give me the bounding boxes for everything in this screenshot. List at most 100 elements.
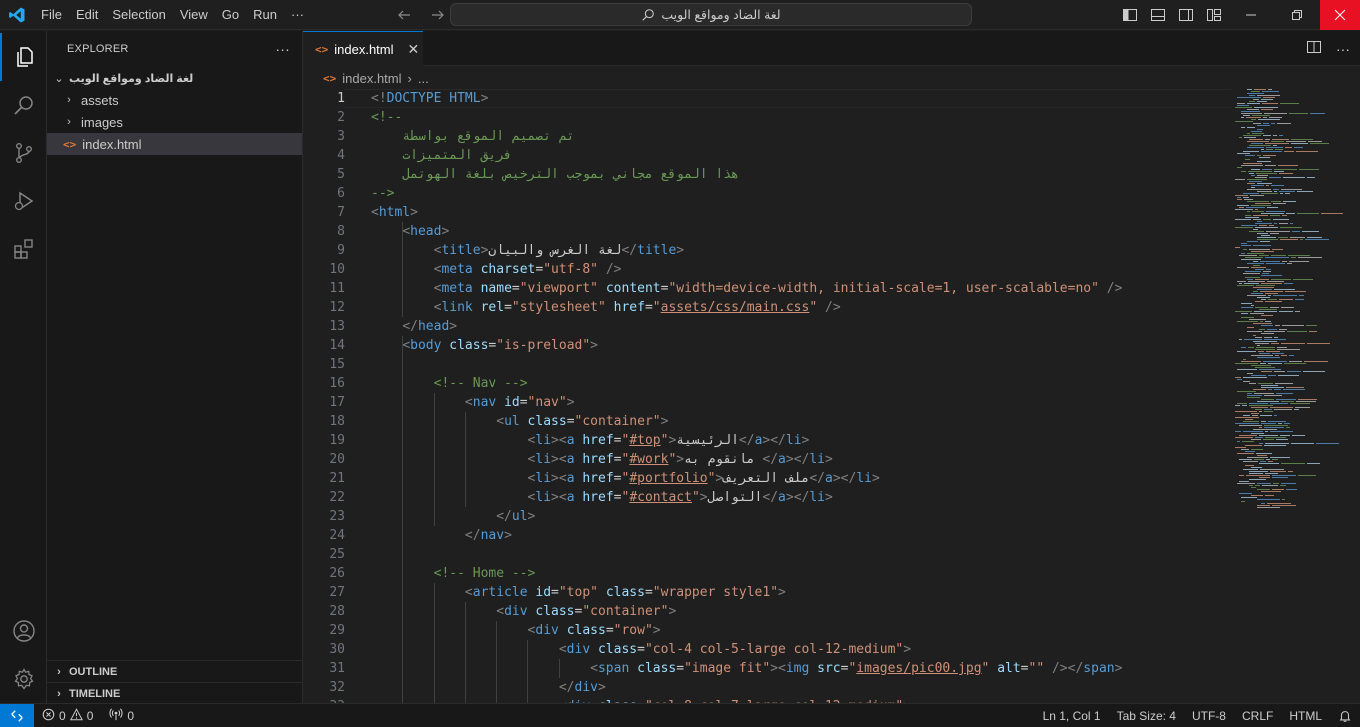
code-line[interactable]: <head> xyxy=(371,222,1231,241)
minimap-line xyxy=(1283,389,1305,390)
encoding[interactable]: UTF-8 xyxy=(1184,709,1234,723)
code-line[interactable]: </head> xyxy=(371,317,1231,336)
code-line[interactable]: <!DOCTYPE HTML> xyxy=(371,89,1231,108)
code-line[interactable]: <nav id="nav"> xyxy=(371,393,1231,412)
restore-icon[interactable] xyxy=(1274,0,1320,30)
ports-status[interactable]: 0 xyxy=(101,707,142,724)
minimap-line xyxy=(1265,301,1282,302)
code-line[interactable]: <li><a href="#top">الرئيسية</a></li> xyxy=(371,431,1231,450)
minimap-line xyxy=(1298,475,1316,476)
code-line[interactable]: <span class="image fit"><img src="images… xyxy=(371,659,1231,678)
command-center-search[interactable]: لغة الضاد ومواقع الويب xyxy=(450,3,972,26)
code-line[interactable]: <li><a href="#portfolio">ملف التعريف</a>… xyxy=(371,469,1231,488)
code-line[interactable]: تم تصميم الموقع بواسطة xyxy=(371,127,1231,146)
more-actions-icon[interactable]: ··· xyxy=(1336,41,1350,57)
run-debug-icon[interactable] xyxy=(0,177,47,225)
toggle-secondary-sidebar-icon[interactable] xyxy=(1172,0,1200,30)
code-line[interactable]: <article id="top" class="wrapper style1"… xyxy=(371,583,1231,602)
code-editor[interactable]: 1 2 3 4 5 6 7 8 9 10 11 12 13 14 15 16 17 18 19 20 21 22 23 24 2… xyxy=(303,89,1360,703)
code-line[interactable]: <body class="is-preload"> xyxy=(371,336,1231,355)
language-mode[interactable]: HTML xyxy=(1281,709,1330,723)
code-line[interactable]: <meta name="viewport" content="width=dev… xyxy=(371,279,1231,298)
forward-arrow-icon[interactable] xyxy=(426,3,450,27)
cursor-position[interactable]: Ln 1, Col 1 xyxy=(1035,709,1109,723)
code-line[interactable]: <div class="container"> xyxy=(371,602,1231,621)
line-number: 15 xyxy=(329,357,345,372)
remote-indicator-icon[interactable] xyxy=(0,703,34,727)
code-line[interactable]: <html> xyxy=(371,203,1231,222)
code-line[interactable]: <link rel="stylesheet" href="assets/css/… xyxy=(371,298,1231,317)
customize-layout-icon[interactable] xyxy=(1200,0,1228,30)
menu-edit[interactable]: Edit xyxy=(69,0,105,30)
minimap-line xyxy=(1251,175,1255,176)
menu-more[interactable]: ··· xyxy=(284,0,311,30)
chevron-right-icon: › xyxy=(67,94,71,106)
code-line[interactable]: </ul> xyxy=(371,507,1231,526)
problems-status[interactable]: 0 0 xyxy=(34,707,101,724)
outline-section[interactable]: › OUTLINE xyxy=(47,660,302,682)
code-token: <!-- Home --> xyxy=(433,566,536,581)
code-line[interactable]: <!-- xyxy=(371,108,1231,127)
code-line[interactable]: <title>لغة الغرس والبيان</title> xyxy=(371,241,1231,260)
error-count: 0 xyxy=(59,708,66,723)
code-line[interactable]: <meta charset="utf-8" /> xyxy=(371,260,1231,279)
code-line[interactable] xyxy=(371,355,1231,374)
tree-item-assets[interactable]: › assets xyxy=(47,89,302,111)
tab-size[interactable]: Tab Size: 4 xyxy=(1109,709,1184,723)
code-line[interactable]: <li><a href="#contact">التواصل</a></li> xyxy=(371,488,1231,507)
breadcrumb-more[interactable]: ... xyxy=(418,71,429,86)
workspace-folder[interactable]: ⌄ لغة الضاد ومواقع الويب xyxy=(47,67,302,89)
minimap-line xyxy=(1249,319,1266,320)
tree-item-images[interactable]: › images xyxy=(47,111,302,133)
end-of-line[interactable]: CRLF xyxy=(1234,709,1281,723)
menu-selection[interactable]: Selection xyxy=(105,0,172,30)
explorer-more-button[interactable]: ··· xyxy=(275,41,290,57)
search-view-icon[interactable] xyxy=(0,81,47,129)
code-line[interactable]: </nav> xyxy=(371,526,1231,545)
code-lines[interactable]: <!DOCTYPE HTML> <!-- تم تصميم الموقع بواس… xyxy=(371,89,1231,703)
toggle-primary-sidebar-icon[interactable] xyxy=(1116,0,1144,30)
notifications-bell-icon[interactable] xyxy=(1330,709,1360,723)
explorer-icon[interactable] xyxy=(0,33,47,81)
menu-run[interactable]: Run xyxy=(246,0,284,30)
tree-item-index-html[interactable]: <> index.html xyxy=(47,133,302,155)
code-line[interactable]: <!-- Nav --> xyxy=(371,374,1231,393)
code-line[interactable] xyxy=(371,545,1231,564)
account-icon[interactable] xyxy=(0,607,47,655)
code-line[interactable]: <!-- Home --> xyxy=(371,564,1231,583)
toggle-panel-icon[interactable] xyxy=(1144,0,1172,30)
source-control-icon[interactable] xyxy=(0,129,47,177)
minimap-line xyxy=(1273,145,1277,146)
manage-gear-icon[interactable] xyxy=(0,655,47,703)
minimap-line xyxy=(1247,133,1250,134)
code-line[interactable]: <ul class="container"> xyxy=(371,412,1231,431)
code-line[interactable]: <li><a href="#work">مانقوم به </a></li> xyxy=(371,450,1231,469)
close-window-icon[interactable] xyxy=(1320,0,1360,30)
menu-view[interactable]: View xyxy=(173,0,215,30)
minimap-line xyxy=(1276,439,1288,440)
minimap-line xyxy=(1241,259,1261,260)
menu-go[interactable]: Go xyxy=(215,0,246,30)
minimap-line xyxy=(1265,495,1274,496)
timeline-section[interactable]: › TIMELINE xyxy=(47,682,302,704)
tab-index-html[interactable]: <> index.html ✕ xyxy=(303,31,423,66)
code-line[interactable]: <div class="row"> xyxy=(371,621,1231,640)
code-line[interactable]: هذا الموقع مجاني بموجب الترخيص بلغة الهو… xyxy=(371,165,1231,184)
tab-close-icon[interactable]: ✕ xyxy=(408,41,420,58)
back-arrow-icon[interactable] xyxy=(392,3,416,27)
code-line[interactable]: --> xyxy=(371,184,1231,203)
minimap-line xyxy=(1267,207,1278,208)
code-line[interactable]: </div> xyxy=(371,678,1231,697)
code-line[interactable]: <div class="col-4 col-5-large col-12-med… xyxy=(371,640,1231,659)
minimize-icon[interactable] xyxy=(1228,0,1274,30)
breadcrumb-file[interactable]: index.html xyxy=(342,71,401,86)
minimap-line xyxy=(1305,239,1329,240)
minimap-line xyxy=(1251,169,1260,170)
minimap[interactable] xyxy=(1233,89,1360,703)
menu-file[interactable]: File xyxy=(34,0,69,30)
extensions-icon[interactable] xyxy=(0,225,47,273)
code-line[interactable]: فريق المتميزات xyxy=(371,146,1231,165)
split-editor-icon[interactable] xyxy=(1306,39,1322,58)
